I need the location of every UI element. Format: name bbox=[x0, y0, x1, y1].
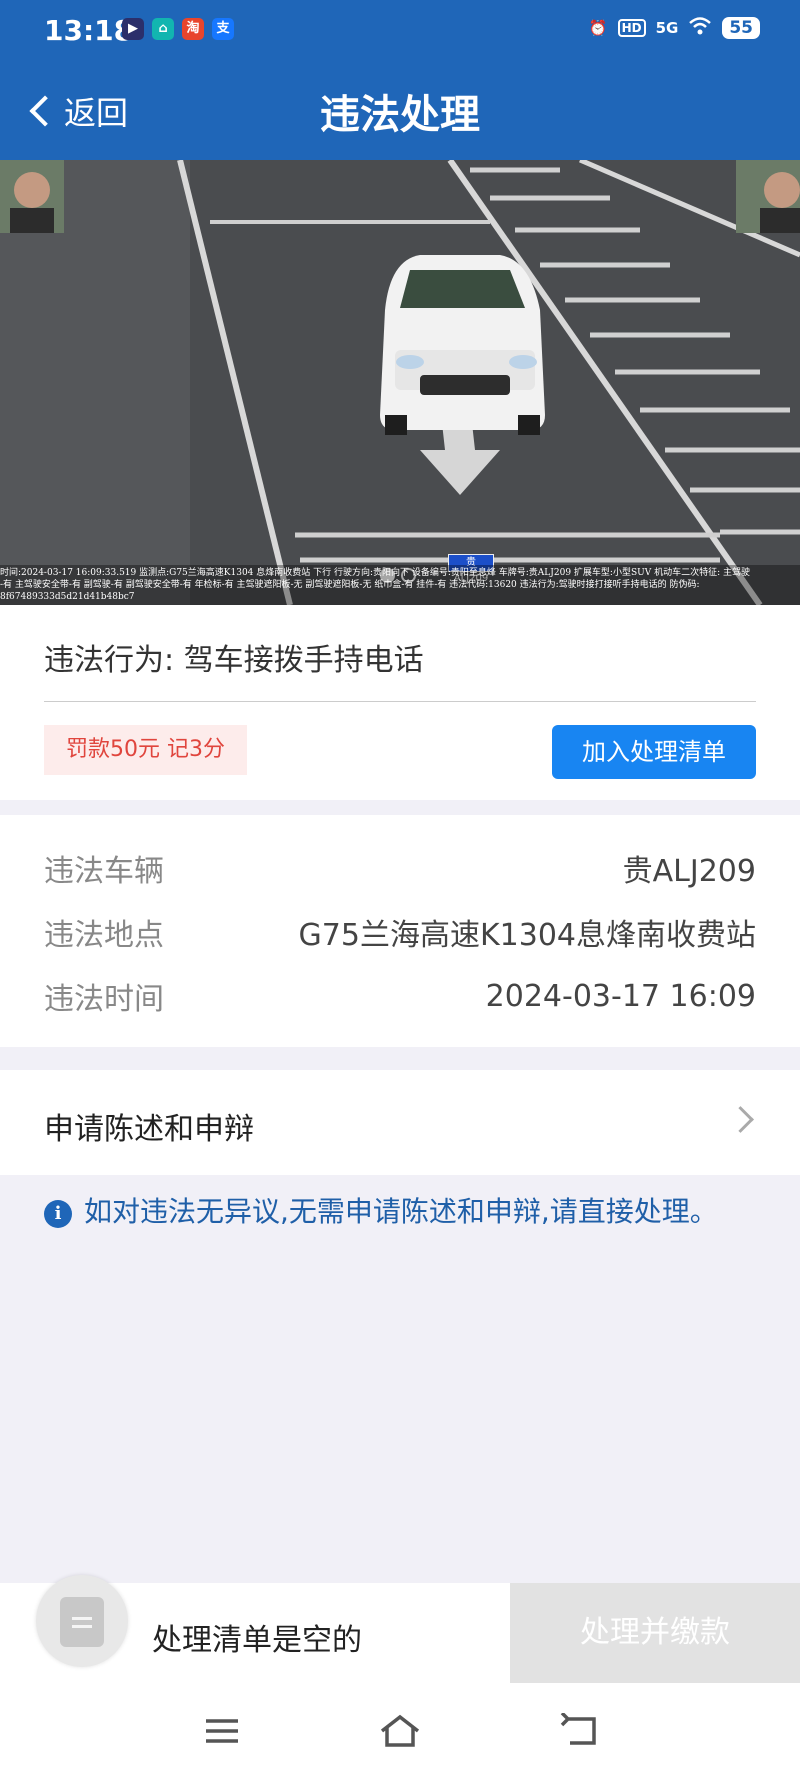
time-value: 2024-03-17 16:09 bbox=[485, 978, 756, 1014]
add-to-list-button[interactable]: 加入处理清单 bbox=[552, 725, 756, 779]
action-bar: 处理清单是空的 处理并缴款 bbox=[0, 1575, 800, 1683]
vehicle-label: 违法车辆 bbox=[44, 854, 164, 889]
list-icon bbox=[60, 1597, 104, 1647]
location-value: G75兰海高速K1304息烽南收费站 bbox=[298, 918, 756, 953]
top-bar: 13:18 ▶ ⌂ 淘 支 ⏰ HD 5G 55 返回 违法处理 bbox=[0, 0, 800, 160]
time-label: 违法时间 bbox=[44, 982, 164, 1017]
menu-icon[interactable] bbox=[202, 1713, 242, 1749]
system-nav-bar bbox=[0, 1683, 800, 1778]
appeal-label: 申请陈述和申辩 bbox=[44, 1112, 254, 1147]
notice: i 如对违法无异议,无需申请陈述和申辩,请直接处理。 bbox=[44, 1194, 756, 1230]
wifi-icon bbox=[688, 16, 712, 40]
home-app-icon: ⌂ bbox=[152, 18, 174, 40]
video-app-icon: ▶ bbox=[122, 18, 144, 40]
process-and-pay-button[interactable]: 处理并缴款 bbox=[510, 1583, 800, 1683]
location-label: 违法地点 bbox=[44, 918, 164, 953]
chevron-right-icon bbox=[727, 1106, 754, 1133]
page-title: 违法处理 bbox=[320, 92, 480, 138]
location-row: 违法地点 G75兰海高速K1304息烽南收费站 bbox=[44, 907, 756, 957]
penalty-badge: 罚款50元 记3分 bbox=[44, 725, 247, 775]
alarm-icon: ⏰ bbox=[588, 19, 608, 37]
violation-card: 违法行为: 驾车接拨手持电话 罚款50元 记3分 加入处理清单 bbox=[0, 605, 800, 800]
caption-line: 8f67489333d5d21d41b48bc7 bbox=[0, 592, 135, 602]
caption-line: 时间:2024-03-17 16:09:33.519 监测点:G75兰海高速K1… bbox=[0, 568, 750, 578]
status-bar: 13:18 ▶ ⌂ 淘 支 ⏰ HD 5G 55 bbox=[0, 0, 800, 62]
behavior-label: 违法行为: bbox=[44, 643, 175, 678]
process-list-button[interactable] bbox=[36, 1575, 128, 1667]
violation-behavior: 违法行为: 驾车接拨手持电话 bbox=[44, 635, 424, 679]
alipay-app-icon: 支 bbox=[212, 18, 234, 40]
battery-icon: 55 bbox=[722, 17, 760, 39]
back-nav-icon[interactable] bbox=[560, 1711, 600, 1749]
status-time: 13:18 bbox=[44, 14, 134, 47]
appeal-row[interactable]: 申请陈述和申辩 bbox=[0, 1070, 800, 1175]
violation-details: 违法车辆 贵ALJ209 违法地点 G75兰海高速K1304息烽南收费站 违法时… bbox=[0, 815, 800, 1047]
info-icon: i bbox=[44, 1200, 72, 1228]
caption-line: -有 主驾驶安全带-有 副驾驶-有 副驾驶安全带-有 年检标-有 主驾驶遮阳板-… bbox=[0, 580, 700, 590]
photo-caption: 时间:2024-03-17 16:09:33.519 监测点:G75兰海高速K1… bbox=[0, 565, 800, 605]
signal-5g-icon: 5G bbox=[655, 19, 679, 37]
home-icon[interactable] bbox=[378, 1713, 420, 1749]
taobao-app-icon: 淘 bbox=[182, 18, 204, 40]
system-icons: ⏰ HD 5G 55 bbox=[589, 16, 760, 40]
notice-text: 如对违法无异议,无需申请陈述和申辩,请直接处理。 bbox=[84, 1195, 718, 1228]
violation-photo[interactable]: 贵ALJ209 时间:2024-03-17 16:09:33.519 监测点:G… bbox=[0, 160, 800, 605]
vehicle-value: 贵ALJ209 bbox=[622, 854, 756, 889]
notification-icons: ▶ ⌂ 淘 支 bbox=[122, 18, 234, 40]
road-scene-image bbox=[0, 160, 800, 605]
divider bbox=[44, 701, 756, 702]
hd-icon: HD bbox=[617, 19, 646, 37]
behavior-value: 驾车接拨手持电话 bbox=[183, 643, 424, 678]
vehicle-row: 违法车辆 贵ALJ209 bbox=[44, 843, 756, 893]
process-list-status: 处理清单是空的 bbox=[152, 1623, 362, 1658]
nav-bar: 返回 违法处理 bbox=[0, 62, 800, 160]
time-row: 违法时间 2024-03-17 16:09 bbox=[44, 971, 756, 1021]
